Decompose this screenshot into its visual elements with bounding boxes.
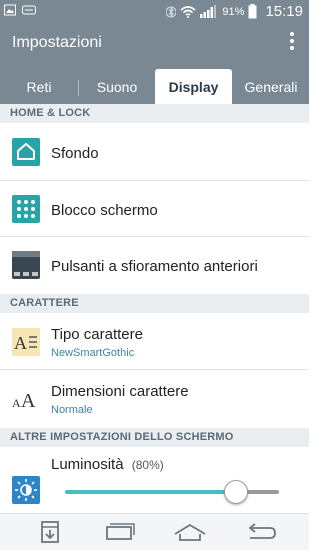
brightness-slider-thumb[interactable] [224, 480, 249, 504]
image-icon [4, 4, 16, 16]
section-header-home-lock: HOME & LOCK [0, 104, 309, 123]
font-type-icon: A [12, 328, 40, 356]
list-item-sfondo[interactable]: Sfondo [0, 123, 309, 181]
list-item-dimensioni-carattere[interactable]: A A Dimensioni carattere Normale [0, 370, 309, 427]
list-item-value: NewSmartGothic [51, 347, 135, 359]
svg-text:A: A [14, 333, 27, 353]
list-item-label: Pulsanti a sfioramento anteriori [51, 258, 258, 275]
tab-display[interactable]: Display [155, 69, 232, 104]
brightness-slider-fill [65, 490, 237, 494]
wifi-icon [180, 6, 196, 18]
overflow-menu-icon[interactable] [289, 32, 295, 54]
svg-text:A: A [21, 390, 36, 412]
list-item-label: Tipo carattere [51, 326, 143, 343]
list-item-label: Sfondo [51, 145, 99, 162]
app-bar: Impostazioni [0, 24, 309, 64]
tab-reti[interactable]: Reti [0, 69, 78, 104]
tab-suono[interactable]: Suono [79, 69, 155, 104]
list-item-pulsanti[interactable]: Pulsanti a sfioramento anteriori [0, 237, 309, 294]
brightness-icon [12, 476, 40, 504]
list-item-label: Luminosità (80%) [51, 456, 164, 473]
status-bar: 91% 15:19 [0, 0, 309, 24]
navigation-bar [0, 513, 309, 550]
brightness-value: (80%) [131, 458, 164, 472]
brightness-label: Luminosità [51, 456, 124, 473]
home-icon[interactable] [172, 520, 208, 544]
home-icon [12, 138, 40, 166]
tab-generali[interactable]: Generali [233, 69, 309, 104]
list-item-label: Dimensioni carattere [51, 383, 189, 400]
list-item-label: Blocco schermo [51, 202, 158, 219]
signal-icon [200, 5, 217, 18]
svg-text:A: A [12, 396, 21, 410]
font-size-icon: A A [12, 390, 36, 412]
battery-icon [248, 4, 257, 19]
bluetooth-icon [166, 6, 177, 17]
pattern-lock-icon [12, 195, 40, 223]
save-screen-icon[interactable] [32, 520, 68, 544]
message-icon [22, 5, 36, 15]
recent-apps-icon[interactable] [102, 520, 138, 544]
list-item-tipo-carattere[interactable]: A Tipo carattere NewSmartGothic [0, 313, 309, 370]
section-header-carattere: CARATTERE [0, 294, 309, 313]
tab-bar: Reti Suono Display Generali [0, 64, 309, 104]
clock: 15:19 [265, 3, 303, 20]
back-icon[interactable] [242, 520, 278, 544]
list-item-blocco-schermo[interactable]: Blocco schermo [0, 181, 309, 237]
front-touch-buttons-icon [12, 251, 40, 279]
brightness-slider[interactable] [65, 480, 279, 504]
list-item-value: Normale [51, 404, 93, 416]
page-title: Impostazioni [12, 34, 102, 51]
section-header-altre-impostazioni: ALTRE IMPOSTAZIONI DELLO SCHERMO [0, 428, 309, 447]
battery-percent: 91% [222, 5, 245, 18]
list-item-luminosita: Luminosità (80%) [0, 447, 309, 513]
